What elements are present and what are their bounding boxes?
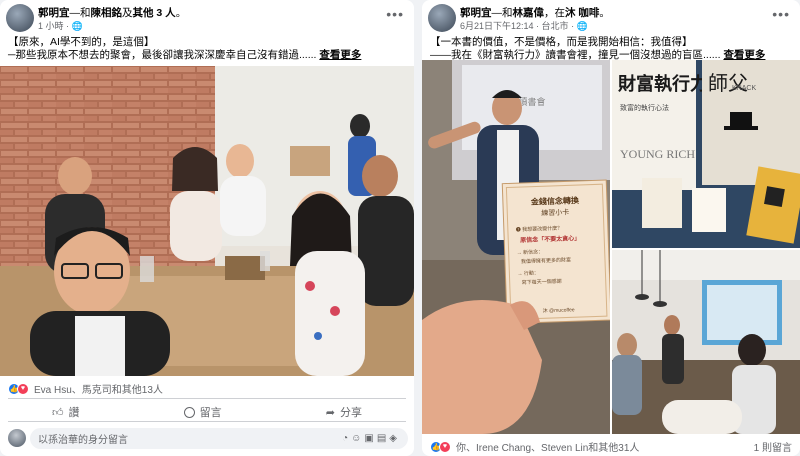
reactions-summary[interactable]: 👍 ♥ Eva Hsu、馬克司和其他13人 (8, 381, 163, 396)
card-title: 金錢信念轉換 (530, 195, 580, 207)
author-name[interactable]: 郭明宜 (460, 7, 492, 19)
at-text: ，在 (544, 7, 565, 19)
author-name[interactable]: 郭明宜 (38, 7, 70, 19)
tagged-name[interactable]: 林嘉偉 (513, 7, 545, 19)
post-meta: 1 小時 · 🌐 (38, 21, 83, 31)
sticker-icon[interactable]: ◔ (342, 433, 351, 444)
post-header: 郭明宜—和陳相銘及其他 3 人。 1 小時 · 🌐 ••• (0, 0, 414, 36)
post-text-body: ─那些我原本不想去的聚會，最後卻讓我深深慶幸自己沒有錯過...... (8, 49, 317, 61)
book1-subtitle: 致富的執行心法 (620, 103, 669, 112)
post-text-line2: ─那些我原本不想去的聚會，最後卻讓我深深慶幸自己沒有錯過...... 查看更多 (0, 49, 414, 62)
comment-tools: ◔☺▣▤◈ (342, 433, 400, 444)
photo-speaker-card-image: 讀書會 金錢信念轉換 練習小卡 ❶ 我想要改變什麼？ 原信念「不要太貪心」 → … (422, 60, 610, 434)
card-line-e: → 行動： (517, 269, 539, 277)
post-meta: 6月21日下午12:14 · 台北市 · 🌐 (460, 21, 588, 31)
comment-button[interactable]: 留言 (183, 404, 222, 420)
more-options-icon[interactable]: ••• (386, 6, 404, 22)
post-location[interactable]: 台北市 (542, 21, 569, 31)
like-button[interactable]: 👍︎ 讚 (52, 404, 80, 420)
post-actions: 👍︎ 讚 留言 ➦ 分享 (0, 404, 414, 420)
author-line: 郭明宜—和林嘉偉，在沐 咖啡。 (460, 5, 610, 20)
photo-reading-club-image (612, 250, 800, 434)
share-button[interactable]: ➦ 分享 (326, 404, 362, 420)
photo-books[interactable]: 財富執行力 致富的執行心法 YOUNG RICH 師父 KNACK (612, 60, 800, 248)
comment-label: 留言 (199, 407, 222, 419)
comment-input[interactable]: 以孫治華的身分留言 ◔☺▣▤◈ (30, 428, 408, 449)
globe-icon: 🌐 (71, 21, 83, 31)
comment-icon (183, 406, 195, 418)
author-avatar[interactable] (428, 4, 456, 32)
book2-english: KNACK (732, 85, 756, 92)
see-more-link[interactable]: 查看更多 (319, 49, 361, 61)
card-footer: 沐 @mucoffee (543, 306, 575, 314)
card-line-c: → 新信念： (517, 248, 544, 256)
author-line: 郭明宜—和陳相銘及其他 3 人。 (38, 5, 186, 20)
camera-icon[interactable]: ▣ (364, 433, 376, 444)
author-avatar[interactable] (6, 4, 34, 32)
post-text-line1: 【一本書的價值，不是價格，而是我開始相信：我值得】 (430, 36, 693, 48)
book1-title: 財富執行力 (618, 73, 708, 94)
reactions-text: 你、Irene Chang、Steven Lin和其他31人 (456, 443, 640, 454)
share-label: 分享 (339, 407, 362, 419)
post-time[interactable]: 1 小時 (38, 21, 64, 31)
avatar-sticker-icon[interactable]: ◈ (389, 433, 400, 444)
place-name[interactable]: 沐 咖啡 (565, 7, 599, 19)
more-options-icon[interactable]: ••• (772, 6, 790, 22)
slide-text: 讀書會 (518, 96, 545, 107)
post-text-line1: 【原來，AI學不到的，是這個】 (8, 36, 155, 48)
photo-speaker-card[interactable]: 讀書會 金錢信念轉換 練習小卡 ❶ 我想要改變什麼？ 原信念「不要太貪心」 → … (422, 60, 610, 434)
commenter-avatar (8, 429, 26, 447)
photo-reading-club[interactable] (612, 250, 800, 434)
divider (8, 398, 406, 399)
divider (8, 421, 406, 422)
emoji-icon[interactable]: ☺ (351, 433, 364, 444)
like-label: 讚 (68, 407, 80, 419)
with-text: —和 (491, 7, 513, 19)
globe-icon: 🌐 (576, 21, 588, 31)
and-text: 及 (122, 7, 133, 19)
photo-books-image: 財富執行力 致富的執行心法 YOUNG RICH 師父 KNACK (612, 60, 800, 248)
dot-text: 。 (175, 7, 187, 19)
comment-placeholder: 以孫治華的身分留言 (38, 435, 128, 446)
gif-icon[interactable]: ▤ (377, 433, 389, 444)
dot-text: 。 (599, 7, 610, 19)
tagged-others[interactable]: 其他 3 人 (133, 7, 176, 19)
book1-english: YOUNG RICH (620, 147, 695, 161)
tagged-name[interactable]: 陳相銘 (91, 7, 123, 19)
reactions-summary[interactable]: 👍 ♥ 你、Irene Chang、Steven Lin和其他31人 (430, 439, 639, 454)
group-photo[interactable] (0, 66, 414, 376)
card-line-f: 寫下每天一個感謝 (522, 278, 562, 286)
with-text: —和 (69, 7, 91, 19)
post-time[interactable]: 6月21日下午12:14 (460, 21, 534, 31)
post-header: 郭明宜—和林嘉偉，在沐 咖啡。 6月21日下午12:14 · 台北市 · 🌐 •… (422, 0, 800, 36)
share-icon: ➦ (325, 406, 335, 419)
love-reaction-icon: ♥ (439, 440, 451, 453)
thumbs-up-icon: 👍︎ (52, 406, 64, 419)
group-photo-image (0, 66, 414, 376)
reactions-text: Eva Hsu、馬克司和其他13人 (34, 385, 163, 396)
post-card-2: 郭明宜—和林嘉偉，在沐 咖啡。 6月21日下午12:14 · 台北市 · 🌐 •… (422, 0, 800, 456)
post-card-1: 郭明宜—和陳相銘及其他 3 人。 1 小時 · 🌐 ••• 【原來，AI學不到的… (0, 0, 414, 456)
comments-count[interactable]: 1 則留言 (754, 439, 792, 454)
love-reaction-icon: ♥ (17, 382, 29, 395)
